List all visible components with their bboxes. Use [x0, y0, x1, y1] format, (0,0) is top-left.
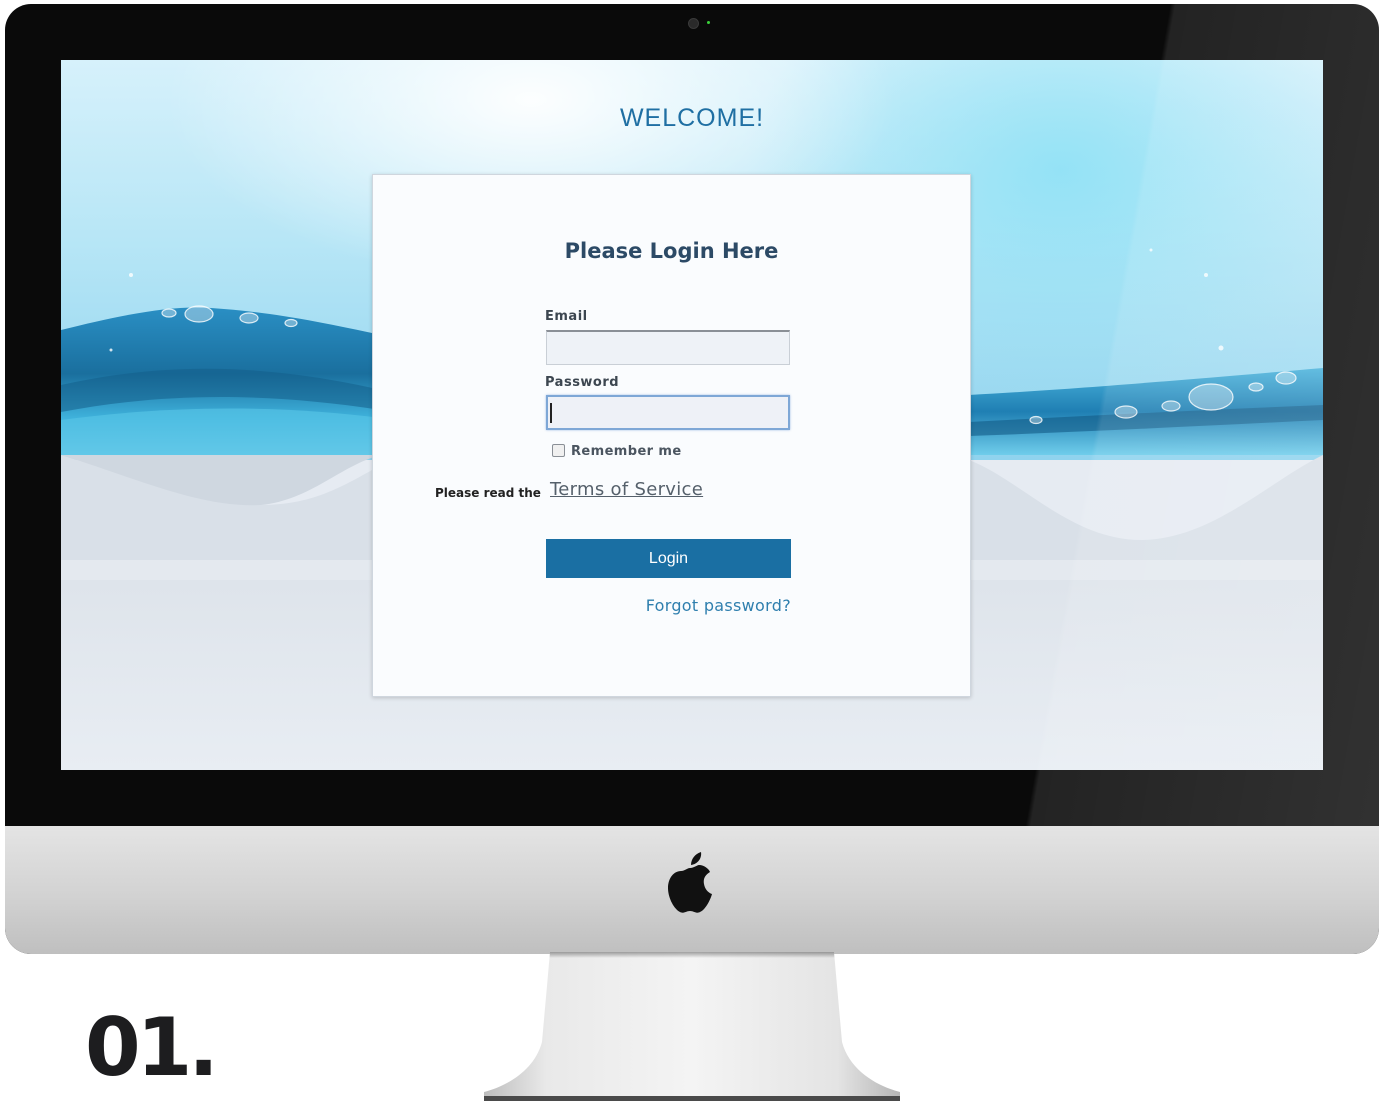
login-card: Please Login Here Email Password Remembe… — [372, 174, 971, 697]
terms-prefix-text: Please read the — [435, 486, 541, 500]
imac-stand — [484, 952, 900, 1101]
remember-me-checkbox[interactable] — [552, 444, 565, 457]
login-title: Please Login Here — [564, 239, 779, 263]
imac-monitor: WELCOME! Please Login Here Email Passwor… — [5, 4, 1379, 954]
password-label: Password — [545, 375, 620, 390]
camera-icon — [688, 18, 699, 29]
forgot-password-link[interactable]: Forgot password? — [635, 596, 791, 615]
email-label: Email — [545, 309, 588, 324]
apple-logo-icon — [668, 852, 712, 913]
email-field[interactable] — [546, 330, 790, 365]
welcome-heading: WELCOME! — [619, 104, 765, 132]
terms-of-service-link[interactable]: Terms of Service — [550, 479, 703, 500]
password-field[interactable] — [546, 395, 790, 430]
text-cursor — [550, 403, 552, 423]
camera-indicator-light — [707, 21, 710, 24]
login-button[interactable]: Login — [546, 539, 791, 578]
screen: WELCOME! Please Login Here Email Passwor… — [61, 60, 1323, 770]
remember-me-label[interactable]: Remember me — [571, 444, 682, 459]
model-number-caption: 01. — [85, 1001, 219, 1094]
